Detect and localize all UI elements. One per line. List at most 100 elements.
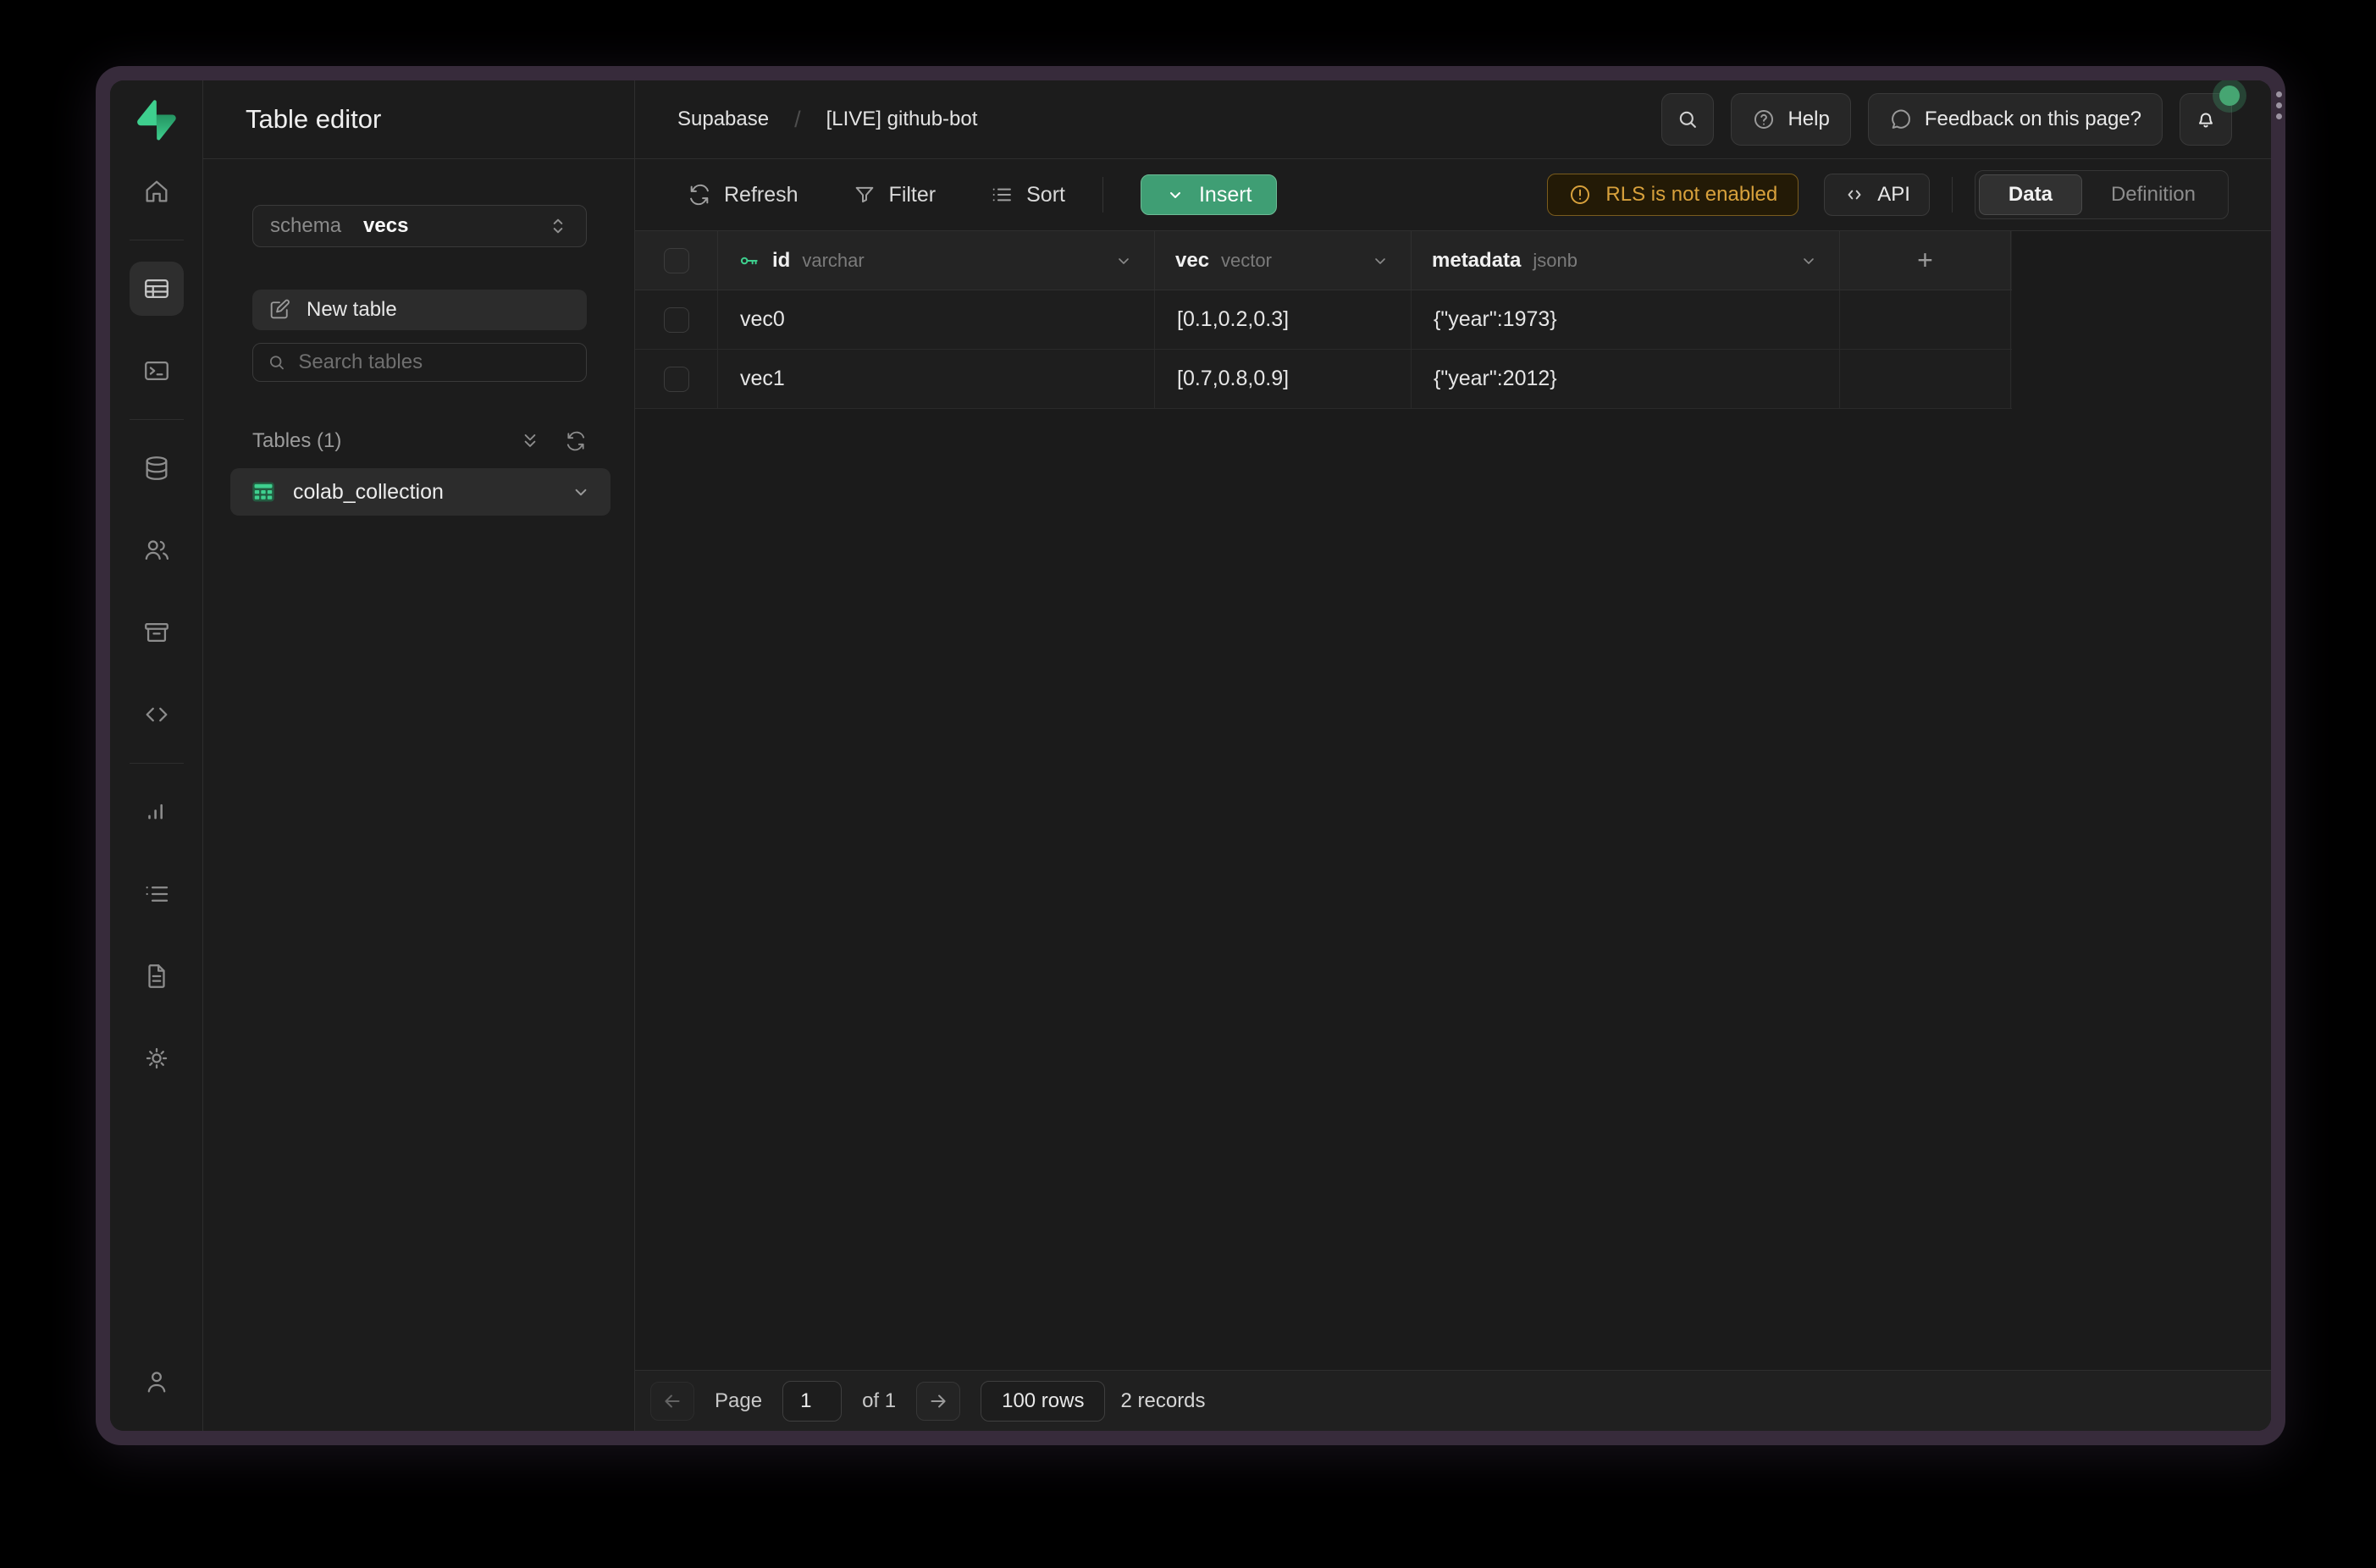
next-page-button[interactable]: [916, 1382, 960, 1421]
breadcrumb-separator: /: [794, 107, 801, 133]
search-tables-field[interactable]: [252, 343, 587, 382]
bell-icon: [2194, 108, 2218, 131]
refresh-button[interactable]: Refresh: [688, 183, 798, 207]
feedback-button[interactable]: Feedback on this page?: [1868, 93, 2163, 146]
search-icon: [267, 351, 286, 373]
new-table-button[interactable]: New table: [252, 290, 587, 330]
chevrons-up-down-icon: [547, 215, 569, 237]
alert-circle-icon: [1568, 183, 1592, 207]
collapse-all-button[interactable]: [519, 430, 541, 452]
bar-chart-icon: [142, 798, 171, 826]
rail-item-account[interactable]: [130, 1355, 184, 1409]
insert-label: Insert: [1199, 183, 1252, 207]
edit-icon: [268, 298, 291, 322]
rail-item-reports[interactable]: [130, 785, 184, 839]
arrow-left-icon: [661, 1390, 683, 1412]
search-tables-input[interactable]: [298, 351, 572, 374]
chevron-down-icon[interactable]: [1799, 251, 1819, 271]
table-list-item-colab-collection[interactable]: colab_collection: [230, 468, 611, 516]
schema-select[interactable]: schema vecs: [252, 205, 587, 247]
chevron-down-icon[interactable]: [1370, 251, 1390, 271]
add-column-button[interactable]: +: [1840, 231, 2011, 290]
schema-select-label: schema: [270, 214, 341, 238]
select-all-checkbox[interactable]: [664, 248, 689, 273]
row-checkbox[interactable]: [664, 367, 689, 392]
rail-item-table-editor[interactable]: [130, 262, 184, 316]
rail-item-storage[interactable]: [130, 605, 184, 660]
cell-vec[interactable]: [0.7,0.8,0.9]: [1155, 350, 1412, 408]
cell-empty: [1840, 290, 2011, 349]
api-button[interactable]: API: [1824, 174, 1930, 216]
tab-data[interactable]: Data: [1979, 174, 2082, 215]
archive-icon: [142, 618, 171, 647]
rail-item-authentication[interactable]: [130, 523, 184, 577]
feedback-label: Feedback on this page?: [1925, 108, 2141, 131]
home-icon: [142, 177, 171, 206]
rows-per-page-button[interactable]: 100 rows: [981, 1381, 1105, 1422]
row-select-cell: [635, 290, 718, 349]
grid-header-row: id varchar vec vector meta: [635, 231, 2012, 290]
column-name: id: [772, 249, 790, 273]
cell-id[interactable]: vec1: [718, 350, 1155, 408]
help-button[interactable]: Help: [1731, 93, 1850, 146]
sort-label: Sort: [1026, 183, 1065, 207]
page-of-label: of 1: [862, 1389, 896, 1413]
pagination-bar: Page of 1 100 rows 2 records: [635, 1370, 2271, 1431]
rail-divider: [130, 419, 184, 420]
table-row[interactable]: vec0 [0.1,0.2,0.3] {"year":1973}: [635, 290, 2012, 350]
table-editor-icon: [142, 274, 171, 303]
page-title: Table editor: [203, 80, 634, 159]
breadcrumb-org[interactable]: Supabase: [677, 108, 769, 131]
insert-button[interactable]: Insert: [1141, 174, 1277, 215]
supabase-logo[interactable]: [110, 80, 202, 159]
grid-toolbar: Refresh Filter Sort Insert: [635, 159, 2271, 231]
search-button[interactable]: [1661, 93, 1714, 146]
column-header-id[interactable]: id varchar: [718, 231, 1155, 290]
window-handle-dots: [2276, 91, 2282, 119]
api-label: API: [1877, 183, 1910, 207]
rail-item-home[interactable]: [130, 164, 184, 218]
chevron-down-icon[interactable]: [1113, 251, 1134, 271]
cell-metadata[interactable]: {"year":2012}: [1412, 350, 1840, 408]
filter-funnel-icon: [853, 183, 876, 207]
cell-vec[interactable]: [0.1,0.2,0.3]: [1155, 290, 1412, 349]
row-checkbox[interactable]: [664, 307, 689, 333]
search-icon: [1676, 108, 1699, 131]
previous-page-button[interactable]: [650, 1382, 694, 1421]
notification-indicator-dot: [2219, 86, 2240, 106]
top-bar: Supabase / [LIVE] github-bot Help Feedba…: [635, 80, 2271, 159]
sort-button[interactable]: Sort: [990, 183, 1065, 207]
tables-heading-label: Tables (1): [252, 429, 341, 453]
rail-item-docs[interactable]: [130, 949, 184, 1003]
rail-item-logs[interactable]: [130, 867, 184, 921]
rail-item-edge-functions[interactable]: [130, 687, 184, 742]
column-header-metadata[interactable]: metadata jsonb: [1412, 231, 1840, 290]
main-panel: Supabase / [LIVE] github-bot Help Feedba…: [635, 80, 2271, 1431]
table-row[interactable]: vec1 [0.7,0.8,0.9] {"year":2012}: [635, 350, 2012, 409]
cell-metadata[interactable]: {"year":1973}: [1412, 290, 1840, 349]
table-item-label: colab_collection: [293, 480, 444, 505]
filter-button[interactable]: Filter: [853, 183, 937, 207]
column-header-vec[interactable]: vec vector: [1155, 231, 1412, 290]
rls-warning-badge[interactable]: RLS is not enabled: [1547, 174, 1799, 216]
records-count: 2 records: [1120, 1389, 1205, 1413]
help-circle-icon: [1752, 108, 1776, 131]
rls-warning-label: RLS is not enabled: [1605, 183, 1777, 207]
breadcrumb-project[interactable]: [LIVE] github-bot: [826, 108, 978, 131]
breadcrumb: Supabase / [LIVE] github-bot: [677, 107, 977, 133]
page-number-input[interactable]: [782, 1381, 842, 1422]
users-icon: [142, 536, 171, 565]
app-window: Table editor schema vecs New table: [96, 66, 2285, 1445]
code-icon: [1843, 184, 1865, 206]
rail-item-database[interactable]: [130, 441, 184, 495]
tab-definition[interactable]: Definition: [2082, 174, 2224, 215]
help-label: Help: [1788, 108, 1829, 131]
cell-id[interactable]: vec0: [718, 290, 1155, 349]
rail-item-settings[interactable]: [130, 1031, 184, 1085]
sidebar: Table editor schema vecs New table: [203, 80, 635, 1431]
select-all-cell: [635, 231, 718, 290]
list-icon: [142, 880, 171, 908]
refresh-tables-button[interactable]: [565, 430, 587, 452]
new-table-label: New table: [307, 298, 397, 322]
rail-item-sql-editor[interactable]: [130, 344, 184, 398]
